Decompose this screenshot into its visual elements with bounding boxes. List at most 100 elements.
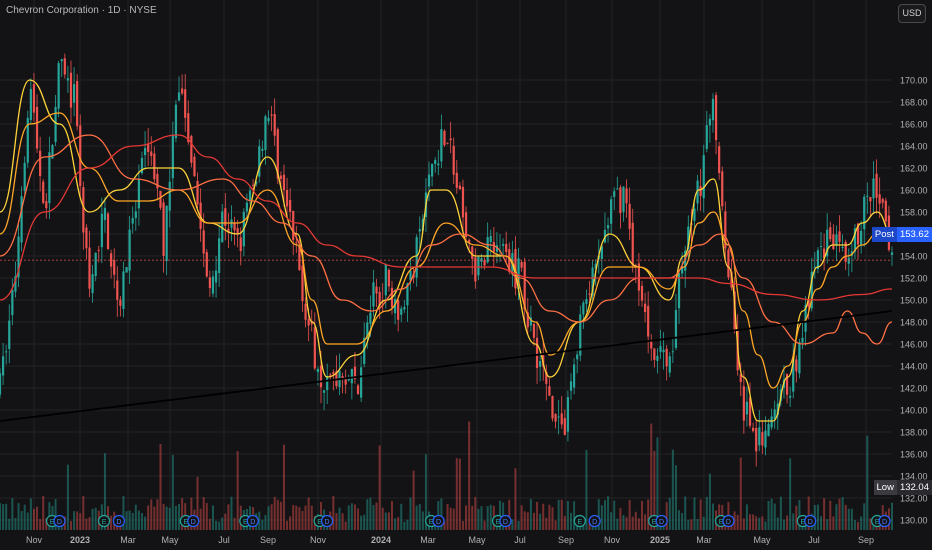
candle-body[interactable] <box>282 174 286 191</box>
candle-body[interactable] <box>434 159 437 164</box>
candle-body[interactable] <box>11 290 14 316</box>
candle-body[interactable] <box>202 230 205 254</box>
candle-body[interactable] <box>643 303 647 312</box>
candle-body[interactable] <box>313 327 316 369</box>
dividend-marker[interactable]: D <box>112 514 126 528</box>
dividend-marker[interactable]: D <box>588 514 601 528</box>
time-axis[interactable]: Nov 2023 Mar May Jul Sep Nov 2024 Mar May Jul Sep No… <box>26 535 874 545</box>
candle-body[interactable] <box>770 416 773 428</box>
candle-body[interactable] <box>0 373 2 395</box>
candle-body[interactable] <box>106 213 110 250</box>
candle-body[interactable] <box>711 98 715 121</box>
candle-body[interactable] <box>248 190 252 200</box>
candle-body[interactable] <box>829 227 832 240</box>
candle-body[interactable] <box>563 418 566 435</box>
candle-body[interactable] <box>113 260 116 275</box>
candle-body[interactable] <box>838 231 841 243</box>
candle-body[interactable] <box>190 136 193 163</box>
dividend-marker[interactable]: D <box>432 514 445 528</box>
candle-body[interactable] <box>174 104 178 139</box>
candle-body[interactable] <box>85 227 88 249</box>
candle-body[interactable] <box>693 208 696 221</box>
candle-body[interactable] <box>819 246 823 248</box>
candle-body[interactable] <box>656 355 659 361</box>
candle-body[interactable] <box>640 285 644 301</box>
candle-body[interactable] <box>505 244 508 253</box>
dividend-marker[interactable]: D <box>655 514 668 528</box>
candle-body[interactable] <box>881 199 884 203</box>
candle-body[interactable] <box>356 385 360 394</box>
candle-body[interactable] <box>665 348 668 367</box>
candle-body[interactable] <box>384 264 387 296</box>
candle-body[interactable] <box>261 148 264 151</box>
candle-body[interactable] <box>165 205 168 261</box>
candle-body[interactable] <box>668 356 671 373</box>
candle-body[interactable] <box>350 368 353 384</box>
candle-body[interactable] <box>860 230 863 245</box>
candle-body[interactable] <box>403 306 406 310</box>
candle-body[interactable] <box>878 194 881 204</box>
candle-body[interactable] <box>82 187 85 233</box>
candle-body[interactable] <box>63 58 66 75</box>
candle-body[interactable] <box>153 153 156 180</box>
earnings-marker[interactable]: E <box>573 514 586 528</box>
candle-body[interactable] <box>452 145 455 175</box>
candle-body[interactable] <box>520 262 523 268</box>
candle-body[interactable] <box>625 188 628 204</box>
candle-body[interactable] <box>847 257 850 264</box>
candle-body[interactable] <box>110 253 113 267</box>
candle-body[interactable] <box>418 229 421 232</box>
candle-body[interactable] <box>143 147 147 156</box>
candle-body[interactable] <box>714 95 718 141</box>
dividend-marker[interactable]: D <box>722 514 735 528</box>
candle-body[interactable] <box>705 125 708 149</box>
candle-body[interactable] <box>606 225 610 229</box>
candle-body[interactable] <box>128 229 131 271</box>
candle-body[interactable] <box>122 271 125 309</box>
candle-body[interactable] <box>42 181 45 203</box>
candle-body[interactable] <box>279 175 282 179</box>
candle-body[interactable] <box>560 413 563 425</box>
candle-body[interactable] <box>554 414 557 422</box>
candle-body[interactable] <box>208 277 211 289</box>
candle-body[interactable] <box>752 427 755 432</box>
candle-body[interactable] <box>307 319 310 326</box>
dividend-marker[interactable]: D <box>246 514 259 528</box>
candle-body[interactable] <box>585 299 588 304</box>
candle-body[interactable] <box>60 59 63 62</box>
candle-body[interactable] <box>431 163 434 177</box>
candle-body[interactable] <box>569 381 573 391</box>
candle-body[interactable] <box>671 351 674 353</box>
candle-body[interactable] <box>708 118 711 126</box>
candle-body[interactable] <box>184 89 187 118</box>
candle-body[interactable] <box>764 430 767 448</box>
candle-body[interactable] <box>427 174 431 187</box>
candle-body[interactable] <box>57 63 60 109</box>
candle-body[interactable] <box>230 219 233 228</box>
candle-body[interactable] <box>458 185 461 190</box>
candle-body[interactable] <box>798 342 801 374</box>
candle-body[interactable] <box>214 270 218 283</box>
candle-body[interactable] <box>674 309 678 348</box>
candle-body[interactable] <box>66 78 70 81</box>
candle-body[interactable] <box>742 386 745 421</box>
candle-body[interactable] <box>369 312 372 324</box>
candle-body[interactable] <box>890 252 894 255</box>
candle-body[interactable] <box>477 256 480 276</box>
candle-body[interactable] <box>622 186 625 212</box>
candle-body[interactable] <box>159 190 162 208</box>
candle-body[interactable] <box>168 181 171 211</box>
candle-body[interactable] <box>755 428 758 452</box>
candle-body[interactable] <box>119 299 122 306</box>
candle-body[interactable] <box>866 195 869 197</box>
candle-body[interactable] <box>835 234 838 246</box>
candle-body[interactable] <box>301 265 304 302</box>
dividend-marker[interactable]: D <box>499 514 512 528</box>
candle-body[interactable] <box>137 179 140 209</box>
candle-body[interactable] <box>131 218 134 224</box>
candle-body[interactable] <box>869 197 872 202</box>
candle-body[interactable] <box>273 114 276 136</box>
candle-body[interactable] <box>863 196 866 230</box>
candle-body[interactable] <box>400 308 403 315</box>
candle-body[interactable] <box>576 354 579 360</box>
